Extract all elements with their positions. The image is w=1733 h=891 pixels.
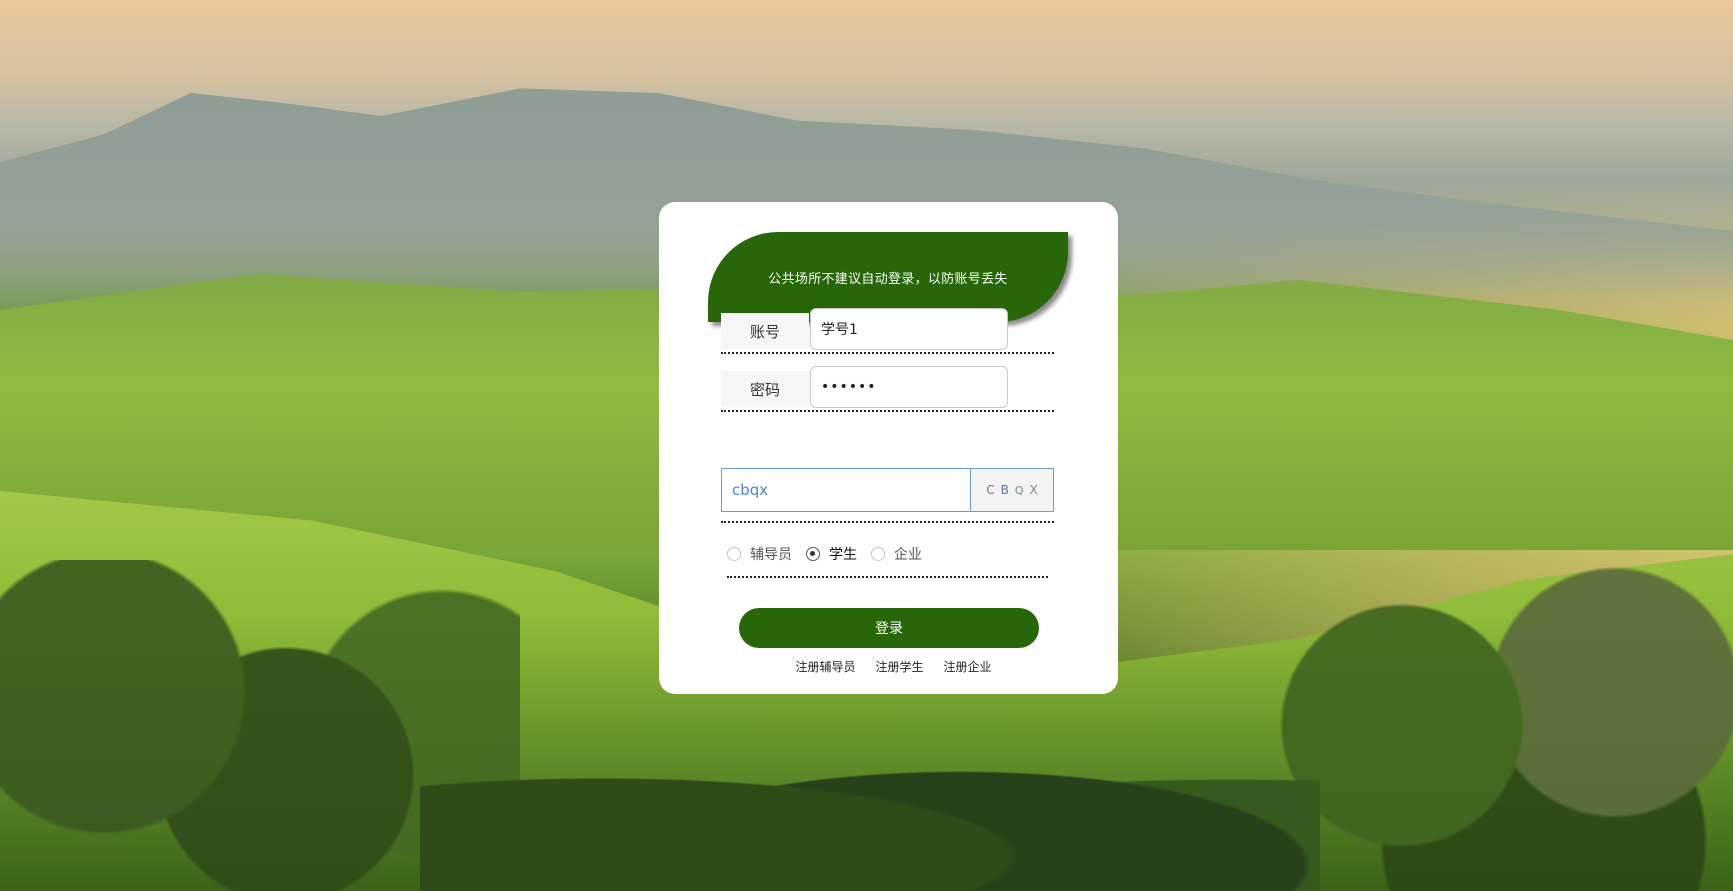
password-row: 密码 <box>721 366 1054 412</box>
radio-button[interactable] <box>871 547 885 561</box>
captcha-input[interactable] <box>721 468 970 512</box>
captcha-char: B <box>1000 483 1009 497</box>
notice-text: 公共场所不建议自动登录，以防账号丢失 <box>768 271 1008 287</box>
account-label: 账号 <box>721 313 809 349</box>
register-links: 注册辅导员 注册学生 注册企业 <box>659 658 1118 675</box>
role-option-company[interactable]: 企业 <box>871 544 922 564</box>
role-label: 学生 <box>829 547 857 563</box>
register-company-link[interactable]: 注册企业 <box>944 658 992 675</box>
password-input[interactable] <box>810 366 1008 408</box>
background-trees-right <box>1260 560 1733 891</box>
register-student-link[interactable]: 注册学生 <box>875 658 923 675</box>
radio-button[interactable] <box>727 547 741 561</box>
role-label: 企业 <box>894 547 922 563</box>
radio-button[interactable] <box>806 547 820 561</box>
captcha-char: Q <box>1014 483 1024 497</box>
role-option-counselor[interactable]: 辅导员 <box>727 544 792 564</box>
background-trees-bottom <box>420 720 1320 891</box>
register-counselor-link[interactable]: 注册辅导员 <box>795 658 855 675</box>
role-label: 辅导员 <box>750 547 792 563</box>
password-label: 密码 <box>721 371 809 407</box>
role-selector: 辅导员 学生 企业 <box>727 532 1048 578</box>
account-row: 账号 <box>721 308 1054 354</box>
login-card: 公共场所不建议自动登录，以防账号丢失 账号 密码 C B Q X 辅导员 学生 … <box>659 202 1118 694</box>
captcha-char: X <box>1029 483 1038 497</box>
login-button[interactable]: 登录 <box>739 608 1039 648</box>
account-input[interactable] <box>810 308 1008 350</box>
captcha-image[interactable]: C B Q X <box>970 468 1054 512</box>
captcha-row: C B Q X <box>721 468 1054 523</box>
captcha-char: C <box>986 483 995 497</box>
role-option-student[interactable]: 学生 <box>806 544 857 564</box>
